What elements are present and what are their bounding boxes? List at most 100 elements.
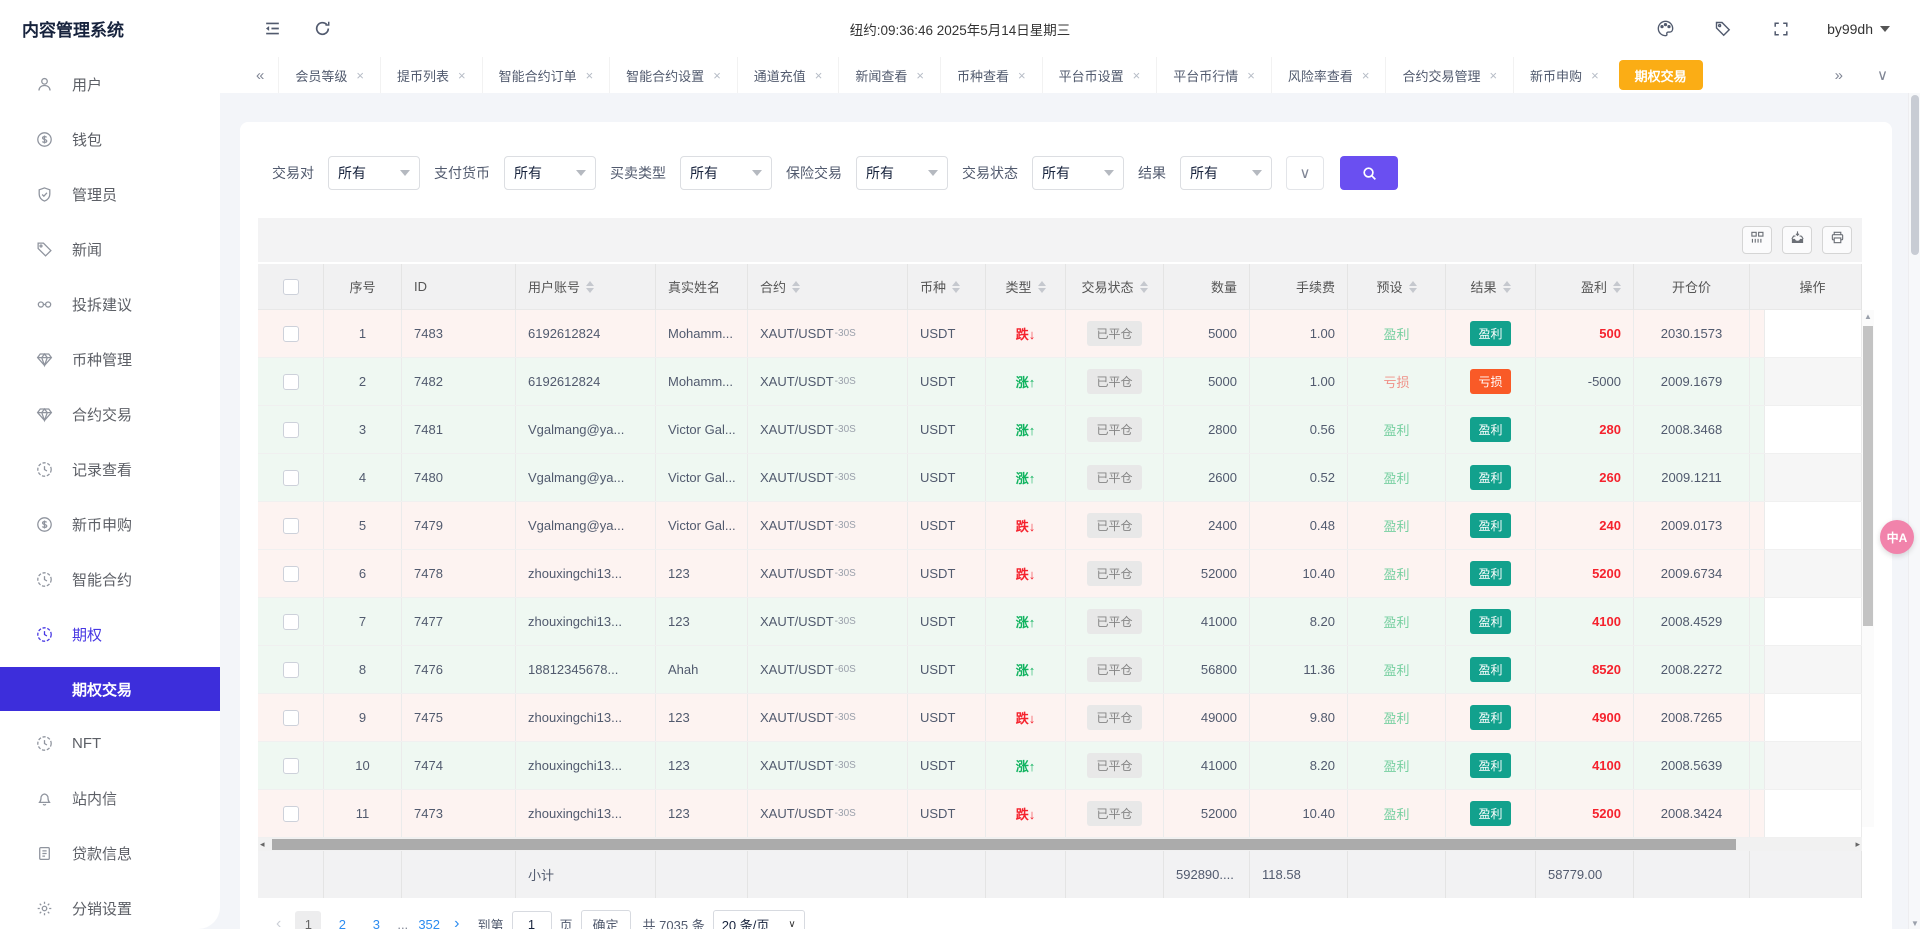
filter-select-交易对[interactable]: 所有 [328,156,420,190]
expand-filters-button[interactable]: ∨ [1286,156,1324,190]
row-checkbox[interactable] [283,566,299,582]
row-checkbox[interactable] [283,518,299,534]
tab-期权交易[interactable]: 期权交易 [1619,60,1703,90]
vertical-scroll-thumb[interactable] [1863,326,1873,626]
close-icon[interactable]: × [458,69,466,82]
sort-icon[interactable] [1613,281,1621,293]
page-number-2[interactable]: 2 [329,911,355,929]
sidebar-item-分销设置[interactable]: 分销设置 [0,881,220,929]
page-scroll-thumb[interactable] [1911,95,1919,255]
prev-page-button[interactable]: ‹ [270,915,287,929]
page-scrollbar[interactable]: ▼ [1908,93,1920,929]
tabs-collapse-right[interactable]: » [1821,67,1857,84]
goto-page-input[interactable] [512,911,552,929]
sort-icon[interactable] [1038,281,1046,293]
tab-平台币行情[interactable]: 平台币行情× [1156,57,1271,93]
translate-fab[interactable]: 中A [1880,520,1914,554]
row-checkbox[interactable] [283,326,299,342]
refresh-icon[interactable] [310,17,334,41]
sidebar-item-智能合约[interactable]: 智能合约 [0,552,220,607]
tab-智能合约设置[interactable]: 智能合约设置× [609,57,737,93]
close-icon[interactable]: × [1489,69,1497,82]
column-header-预设[interactable]: 预设 [1348,264,1446,310]
select-all-checkbox[interactable] [283,279,299,295]
column-header-类型[interactable]: 类型 [986,264,1066,310]
export-button[interactable] [1782,226,1812,254]
tab-会员等级[interactable]: 会员等级× [278,57,380,93]
sidebar-item-站内信[interactable]: 站内信 [0,771,220,826]
close-icon[interactable]: × [586,69,594,82]
sort-icon[interactable] [952,281,960,293]
scroll-down-icon[interactable]: ▼ [1909,919,1920,928]
user-menu[interactable]: by99dh [1827,21,1890,37]
tab-合约交易管理[interactable]: 合约交易管理× [1385,57,1513,93]
sort-icon[interactable] [1503,281,1511,293]
close-icon[interactable]: × [1247,69,1255,82]
sidebar-item-管理员[interactable]: 管理员 [0,167,220,222]
close-icon[interactable]: × [1362,69,1370,82]
close-icon[interactable]: × [815,69,823,82]
page-size-select[interactable]: 20 条/页 ∨ [713,910,805,929]
fullscreen-icon[interactable] [1769,17,1793,41]
filter-select-买卖类型[interactable]: 所有 [680,156,772,190]
tab-平台币设置[interactable]: 平台币设置× [1042,57,1157,93]
tabs-dropdown[interactable]: ∨ [1863,66,1902,84]
table-horizontal-scrollbar[interactable]: ◂ ▸ [258,838,1862,851]
close-icon[interactable]: × [356,69,364,82]
sidebar-subitem-期权交易[interactable]: 期权交易 [0,667,220,711]
sort-icon[interactable] [586,281,594,293]
column-header-合约[interactable]: 合约 [748,264,908,310]
column-header-盈利[interactable]: 盈利 [1536,264,1634,310]
row-checkbox[interactable] [283,758,299,774]
tab-币种查看[interactable]: 币种查看× [940,57,1042,93]
sidebar-item-NFT[interactable]: NFT [0,716,220,771]
filter-select-保险交易[interactable]: 所有 [856,156,948,190]
sidebar-item-投拆建议[interactable]: 投拆建议 [0,277,220,332]
tab-风险率查看[interactable]: 风险率查看× [1271,57,1386,93]
print-button[interactable] [1822,226,1852,254]
tab-通道充值[interactable]: 通道充值× [737,57,839,93]
sidebar-item-贷款信息[interactable]: 贷款信息 [0,826,220,881]
tag-icon[interactable] [1711,17,1735,41]
close-icon[interactable]: × [916,69,924,82]
filter-select-结果[interactable]: 所有 [1180,156,1272,190]
page-number-3[interactable]: 3 [363,911,389,929]
row-checkbox[interactable] [283,710,299,726]
sort-icon[interactable] [1409,281,1417,293]
tabs-collapse-left[interactable]: « [242,67,278,84]
row-checkbox[interactable] [283,614,299,630]
sort-icon[interactable] [1140,281,1148,293]
tab-新币申购[interactable]: 新币申购× [1513,57,1615,93]
column-header-结果[interactable]: 结果 [1446,264,1536,310]
sidebar-item-币种管理[interactable]: 币种管理 [0,332,220,387]
row-checkbox[interactable] [283,662,299,678]
row-checkbox[interactable] [283,374,299,390]
sidebar-item-新币申购[interactable]: 新币申购 [0,497,220,552]
tab-提币列表[interactable]: 提币列表× [380,57,482,93]
page-number-1[interactable]: 1 [295,911,321,929]
column-header-用户账号[interactable]: 用户账号 [516,264,656,310]
tab-新闻查看[interactable]: 新闻查看× [838,57,940,93]
tab-智能合约订单[interactable]: 智能合约订单× [482,57,610,93]
filter-select-支付货币[interactable]: 所有 [504,156,596,190]
horizontal-scroll-thumb[interactable] [272,839,1736,850]
row-checkbox[interactable] [283,422,299,438]
confirm-button[interactable]: 确定 [581,910,631,929]
next-page-button[interactable]: › [450,915,463,929]
palette-icon[interactable] [1653,17,1677,41]
sidebar-item-期权[interactable]: 期权 [0,607,220,662]
close-icon[interactable]: × [713,69,721,82]
column-header-币种[interactable]: 币种 [908,264,986,310]
search-button[interactable] [1340,156,1398,190]
column-header-交易状态[interactable]: 交易状态 [1066,264,1164,310]
close-icon[interactable]: × [1018,69,1026,82]
sort-icon[interactable] [792,281,800,293]
scroll-left-icon[interactable]: ◂ [260,838,265,851]
sidebar-item-合约交易[interactable]: 合约交易 [0,387,220,442]
sidebar-item-钱包[interactable]: 钱包 [0,112,220,167]
columns-button[interactable] [1742,226,1772,254]
scroll-right-icon[interactable]: ▸ [1855,838,1860,851]
filter-select-交易状态[interactable]: 所有 [1032,156,1124,190]
sidebar-item-新闻[interactable]: 新闻 [0,222,220,277]
scroll-up-icon[interactable]: ▲ [1862,310,1874,324]
